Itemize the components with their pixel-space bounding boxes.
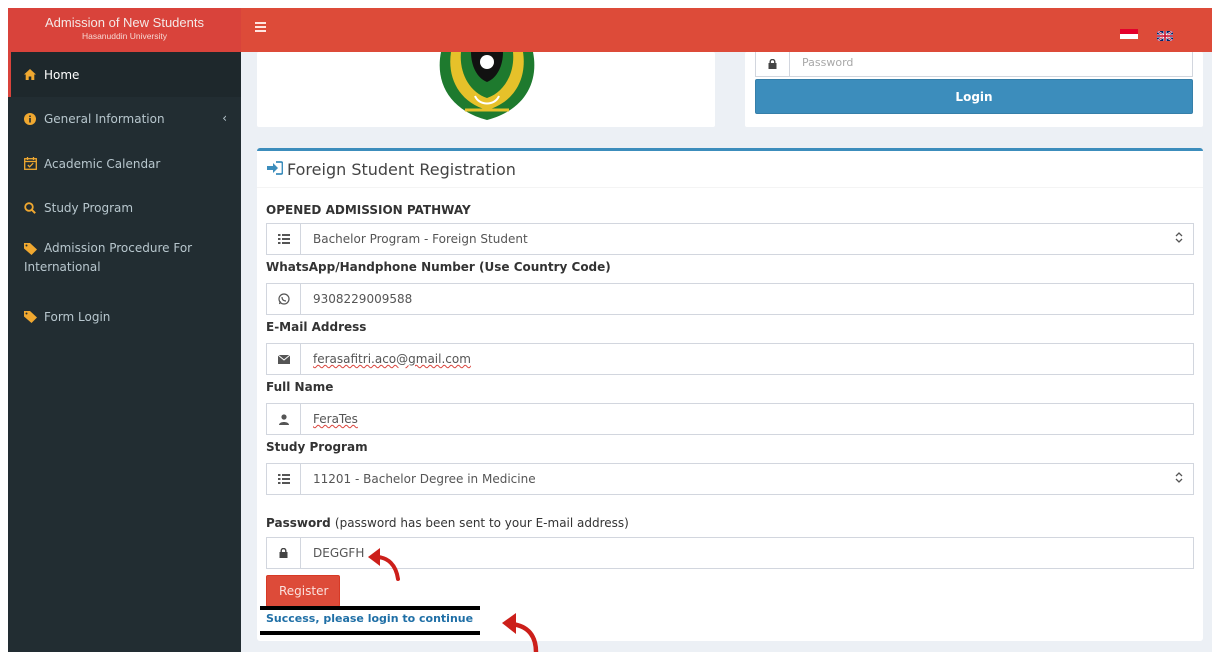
login-card: Password Login bbox=[745, 52, 1203, 127]
success-message: Success, please login to continue bbox=[266, 612, 474, 625]
list-icon bbox=[267, 464, 301, 494]
university-logo-card bbox=[257, 52, 715, 127]
email-input[interactable]: ferasafitri.aco@gmail.com bbox=[266, 343, 1194, 375]
phone-label: WhatsApp/Handphone Number (Use Country C… bbox=[266, 260, 611, 274]
lock-icon bbox=[267, 538, 301, 568]
top-navbar bbox=[241, 8, 1212, 52]
sidebar-item-label: General Information bbox=[44, 112, 165, 126]
register-button[interactable]: Register bbox=[266, 575, 340, 607]
select-caret-icon bbox=[1175, 472, 1183, 486]
sidebar-item-label: Form Login bbox=[44, 310, 111, 324]
brand-logo[interactable]: Admission of New Students Hasanuddin Uni… bbox=[8, 8, 241, 52]
annotation-arrow-icon bbox=[502, 613, 539, 652]
sidebar-item-home[interactable]: Home bbox=[8, 52, 241, 97]
brand-title: Admission of New Students bbox=[45, 15, 204, 30]
annotation-arrow-icon bbox=[368, 548, 400, 581]
envelope-icon bbox=[267, 344, 301, 374]
info-circle-icon bbox=[24, 113, 44, 125]
lock-icon bbox=[756, 52, 790, 76]
sidebar-item-admission-procedure[interactable]: Admission Procedure For International bbox=[8, 230, 241, 296]
sidebar-item-label: Study Program bbox=[44, 201, 134, 215]
home-icon bbox=[24, 69, 44, 80]
select-caret-icon bbox=[1175, 232, 1183, 246]
sidebar-item-label-line2: International bbox=[24, 260, 101, 274]
user-icon bbox=[267, 404, 301, 434]
password-value: DEGGFH bbox=[313, 546, 365, 560]
tag-icon bbox=[24, 243, 44, 255]
phone-value: 9308229009588 bbox=[313, 292, 413, 306]
sidebar-item-label: Home bbox=[44, 67, 80, 82]
pathway-value: Bachelor Program - Foreign Student bbox=[313, 232, 528, 246]
search-icon bbox=[24, 202, 44, 214]
sidebar-item-academic-calendar[interactable]: Academic Calendar bbox=[8, 141, 241, 186]
hamburger-menu-icon[interactable] bbox=[255, 22, 266, 32]
annotation-bar-bottom bbox=[260, 631, 480, 635]
login-password-placeholder: Password bbox=[802, 56, 854, 69]
tag-icon bbox=[24, 311, 44, 323]
pathway-label: OPENED ADMISSION PATHWAY bbox=[266, 203, 471, 217]
phone-input[interactable]: 9308229009588 bbox=[266, 283, 1194, 315]
page-title: Foreign Student Registration bbox=[287, 159, 516, 179]
pathway-select[interactable]: Bachelor Program - Foreign Student bbox=[266, 223, 1194, 255]
password-label-note: (password has been sent to your E-mail a… bbox=[334, 516, 629, 530]
sidebar-item-label: Academic Calendar bbox=[44, 156, 161, 171]
annotation-bar-top bbox=[260, 606, 480, 610]
study-program-label: Study Program bbox=[266, 440, 368, 454]
login-password-field[interactable]: Password bbox=[755, 52, 1193, 77]
app-frame: Admission of New Students Hasanuddin Uni… bbox=[8, 8, 1212, 652]
password-label: Password (password has been sent to your… bbox=[266, 516, 629, 530]
sidebar-item-label: Admission Procedure For bbox=[44, 241, 193, 255]
chevron-left-icon: ‹ bbox=[222, 111, 227, 125]
sidebar-item-general-information[interactable]: General Information ‹ bbox=[8, 97, 241, 141]
indonesia-flag-icon[interactable] bbox=[1120, 29, 1138, 39]
box-header: Foreign Student Registration bbox=[257, 151, 1203, 188]
study-program-select[interactable]: 11201 - Bachelor Degree in Medicine bbox=[266, 463, 1194, 495]
email-label: E-Mail Address bbox=[266, 320, 367, 334]
uk-flag-icon[interactable] bbox=[1156, 26, 1174, 42]
password-label-bold: Password bbox=[266, 516, 331, 530]
whatsapp-icon bbox=[267, 284, 301, 314]
sign-in-icon bbox=[267, 160, 284, 179]
brand-subtitle: Hasanuddin University bbox=[81, 31, 168, 41]
login-button[interactable]: Login bbox=[755, 79, 1193, 114]
list-icon bbox=[267, 224, 301, 254]
calendar-icon bbox=[24, 157, 44, 170]
university-emblem-icon bbox=[439, 52, 535, 120]
password-input[interactable]: DEGGFH bbox=[266, 537, 1194, 569]
email-value: ferasafitri.aco@gmail.com bbox=[313, 352, 471, 366]
study-program-value: 11201 - Bachelor Degree in Medicine bbox=[313, 472, 536, 486]
sidebar-item-form-login[interactable]: Form Login bbox=[8, 296, 241, 338]
sidebar: Admission of New Students Hasanuddin Uni… bbox=[8, 8, 241, 652]
fullname-label: Full Name bbox=[266, 380, 334, 394]
fullname-value: FeraTes bbox=[313, 412, 358, 426]
fullname-input[interactable]: FeraTes bbox=[266, 403, 1194, 435]
sidebar-item-study-program[interactable]: Study Program bbox=[8, 186, 241, 230]
